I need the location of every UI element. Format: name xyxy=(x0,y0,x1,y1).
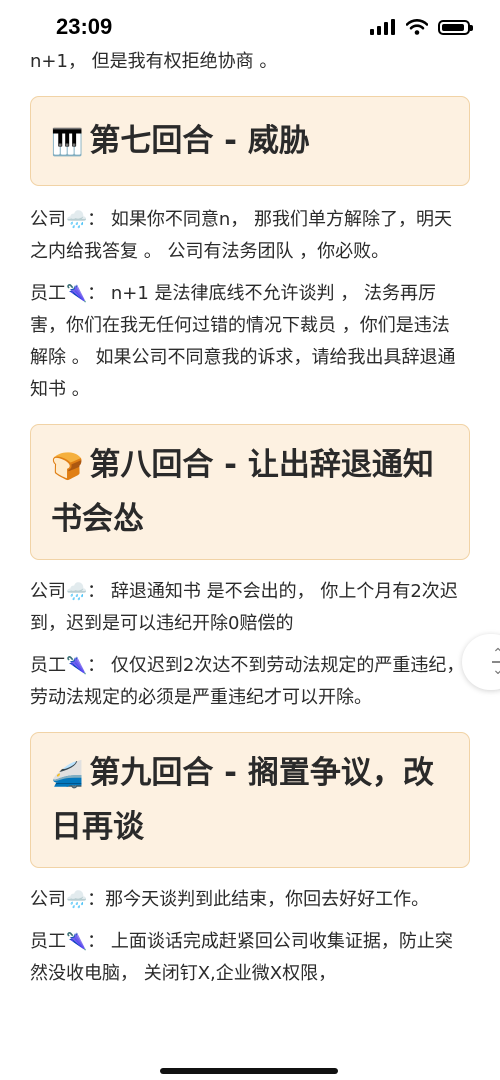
rain-cloud-icon: 🌧️ xyxy=(66,890,88,910)
round8-employee-text: ： 仅仅迟到2次达不到劳动法规定的严重违纪， 劳动法规定的必须是严重违纪才可以开… xyxy=(30,655,465,708)
status-icons xyxy=(370,19,473,35)
round9-company-line: 公司🌧️：那今天谈判到此结束，你回去好好工作。 xyxy=(30,884,466,916)
round9-title: 第九回合 - 搁置争议，改日再谈 xyxy=(51,755,434,845)
umbrella-icon: 🌂 xyxy=(66,656,88,676)
piano-icon: 🎹 xyxy=(51,128,84,158)
rain-cloud-icon: 🌧️ xyxy=(66,582,88,602)
round7-company-line: 公司🌧️： 如果你不同意n， 那我们单方解除了，明天之内给我答复 。 公司有法务… xyxy=(30,204,466,268)
company-label: 公司 xyxy=(30,581,66,602)
company-label: 公司 xyxy=(30,209,66,230)
round9-heading-card: 🚄 第九回合 - 搁置争议，改日再谈 xyxy=(30,732,470,868)
company-label: 公司 xyxy=(30,889,66,910)
chevron-up-icon: ⌃ xyxy=(492,646,500,662)
article-content: n+1， 但是我有权拒绝协商 。 🎹 第七回合 - 威胁 公司🌧️： 如果你不同意… xyxy=(0,44,500,990)
battery-icon xyxy=(438,19,473,35)
status-time: 23:09 xyxy=(56,14,113,39)
round8-company-text: ： 辞退通知书 是不会出的， 你上个月有2次迟到，迟到是可以违纪开除0赔偿的 xyxy=(30,581,458,634)
round7-title: 第七回合 - 威胁 xyxy=(89,123,310,159)
round9-company-text: ：那今天谈判到此结束，你回去好好工作。 xyxy=(87,889,430,910)
intro-line: n+1， 但是我有权拒绝协商 。 xyxy=(30,51,278,72)
cellular-signal-icon xyxy=(370,19,395,35)
umbrella-icon: 🌂 xyxy=(66,932,88,952)
round9-employee-text: ： 上面谈话完成赶紧回公司收集证据，防止突然没收电脑， 关闭钉X,企业微X权限， xyxy=(30,931,453,984)
round8-employee-line: 员工🌂： 仅仅迟到2次达不到劳动法规定的严重违纪， 劳动法规定的必须是严重违纪才… xyxy=(30,650,466,714)
round7-heading-card: 🎹 第七回合 - 威胁 xyxy=(30,96,470,186)
umbrella-icon: 🌂 xyxy=(66,284,88,304)
wifi-icon xyxy=(406,19,428,35)
home-indicator[interactable] xyxy=(160,1068,338,1074)
battery-level xyxy=(442,23,464,31)
round7-employee-text: ： n+1 是法律底线不允许谈判 ， 法务再厉害，你们在我无任何过错的情况下裁员… xyxy=(30,283,456,400)
bread-icon: 🍞 xyxy=(51,452,84,482)
round8-heading-card: 🍞 第八回合 - 让出辞退通知书会怂 xyxy=(30,424,470,560)
round7-employee-line: 员工🌂： n+1 是法律底线不允许谈判 ， 法务再厉害，你们在我无任何过错的情况… xyxy=(30,278,466,406)
round8-title: 第八回合 - 让出辞退通知书会怂 xyxy=(51,447,434,537)
employee-label: 员工 xyxy=(30,931,66,952)
round9-employee-line: 员工🌂： 上面谈话完成赶紧回公司收集证据，防止突然没收电脑， 关闭钉X,企业微X… xyxy=(30,926,466,990)
round8-company-line: 公司🌧️： 辞退通知书 是不会出的， 你上个月有2次迟到，迟到是可以违纪开除0赔… xyxy=(30,576,466,640)
round7-company-text: ： 如果你不同意n， 那我们单方解除了，明天之内给我答复 。 公司有法务团队 ，… xyxy=(30,209,453,262)
employee-label: 员工 xyxy=(30,655,66,676)
employee-label: 员工 xyxy=(30,283,66,304)
rain-cloud-icon: 🌧️ xyxy=(66,210,88,230)
chevron-down-icon: ⌄ xyxy=(492,662,500,678)
train-icon: 🚄 xyxy=(51,760,84,790)
